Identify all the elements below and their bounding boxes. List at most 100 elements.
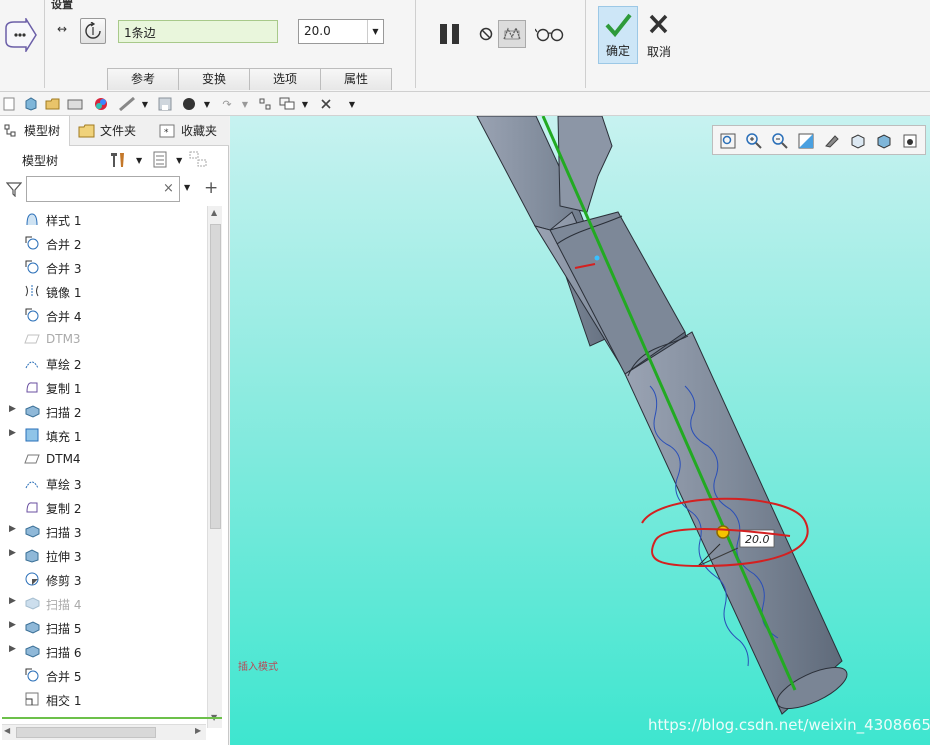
- tab-options[interactable]: 选项: [249, 68, 321, 90]
- tree-item[interactable]: ▶ 扫描 3: [0, 519, 207, 543]
- expand-arrow-icon[interactable]: ▶: [9, 524, 16, 534]
- appearance-icon[interactable]: [92, 95, 110, 113]
- no-preview-button[interactable]: [472, 20, 500, 48]
- chevron-down-icon[interactable]: ▼: [198, 95, 216, 113]
- tree-item-label: 修剪 3: [46, 574, 82, 588]
- refit-icon[interactable]: [719, 132, 737, 150]
- zoom-in-icon[interactable]: [745, 132, 763, 150]
- group-label: 设置: [51, 0, 73, 11]
- ok-button[interactable]: 确定: [598, 6, 638, 64]
- chevron-down-icon[interactable]: ▼: [136, 95, 154, 113]
- chevron-down-icon[interactable]: ▼: [367, 20, 383, 43]
- repaint-icon[interactable]: [797, 132, 815, 150]
- expand-arrow-icon[interactable]: ▶: [9, 548, 16, 558]
- tree-filter-icon[interactable]: [188, 150, 210, 170]
- tree-item[interactable]: 合并 5: [0, 663, 207, 687]
- expand-arrow-icon[interactable]: ▶: [9, 620, 16, 630]
- tree-item[interactable]: 修剪 3: [0, 567, 207, 591]
- scroll-up-icon[interactable]: ▲: [211, 208, 217, 217]
- tab-favorites[interactable]: * 收藏夹: [155, 116, 229, 146]
- chevron-down-icon[interactable]: ▼: [296, 95, 314, 113]
- scroll-thumb[interactable]: [210, 224, 221, 529]
- filter-icon[interactable]: [6, 181, 22, 197]
- regenerate-icon[interactable]: [256, 95, 274, 113]
- sweep-icon: [24, 595, 40, 611]
- selection-indicator: [2, 717, 222, 719]
- add-icon[interactable]: +: [204, 178, 218, 198]
- tab-properties[interactable]: 属性: [320, 68, 392, 90]
- tree-item[interactable]: ▶ 扫描 6: [0, 639, 207, 663]
- round-feature-icon[interactable]: [2, 16, 40, 54]
- ribbon: 设置 ↔ 1条边 20.0 ▼ 参考 变换 选项 属性 确定 取消: [0, 0, 930, 92]
- tree-horizontal-scrollbar[interactable]: ◀ ▶: [2, 724, 206, 740]
- close-window-icon[interactable]: [317, 95, 335, 113]
- tree-item[interactable]: 镜像 1: [0, 279, 207, 303]
- measure-icon[interactable]: [118, 95, 136, 113]
- chevron-down-icon[interactable]: ▼: [236, 95, 254, 113]
- tree-item[interactable]: 复制 2: [0, 495, 207, 519]
- scroll-thumb[interactable]: [16, 727, 156, 738]
- tree-item[interactable]: 草绘 3: [0, 471, 207, 495]
- tab-folder-browser[interactable]: 文件夹: [74, 116, 148, 146]
- expand-arrow-icon[interactable]: ▶: [9, 404, 16, 414]
- watermark: https://blog.csdn.net/weixin_43086655: [648, 716, 930, 734]
- chevron-down-icon[interactable]: ▼: [184, 183, 190, 192]
- saved-orientations-icon[interactable]: [875, 132, 893, 150]
- cancel-button[interactable]: 取消: [640, 6, 678, 64]
- zoom-out-icon[interactable]: [771, 132, 789, 150]
- tree-item[interactable]: ▶ 扫描 4: [0, 591, 207, 615]
- tree-item[interactable]: ▶ 扫描 2: [0, 399, 207, 423]
- tree-item[interactable]: ▶ 拉伸 3: [0, 543, 207, 567]
- save-icon[interactable]: [156, 95, 174, 113]
- expand-arrow-icon[interactable]: ▶: [9, 596, 16, 606]
- check-icon: [605, 13, 632, 38]
- redo-icon[interactable]: ↷: [218, 95, 236, 113]
- tab-transform[interactable]: 变换: [178, 68, 250, 90]
- tab-model-tree[interactable]: 模型树: [0, 116, 70, 146]
- tree-item[interactable]: 复制 1: [0, 375, 207, 399]
- settings-tools-icon[interactable]: [108, 150, 128, 170]
- display-style-icon[interactable]: [849, 132, 867, 150]
- tree-item[interactable]: ▶ 扫描 5: [0, 615, 207, 639]
- search-input[interactable]: [26, 176, 180, 202]
- customize-toolbar-icon[interactable]: ▼: [343, 95, 361, 113]
- flip-direction-button[interactable]: [80, 18, 106, 44]
- pause-button[interactable]: [436, 20, 464, 48]
- chevron-down-icon[interactable]: ▼: [136, 156, 142, 165]
- tree-item[interactable]: 相交 1: [0, 687, 207, 711]
- scroll-right-icon[interactable]: ▶: [195, 726, 201, 735]
- shading-icon[interactable]: [823, 132, 841, 150]
- windows-icon[interactable]: [278, 95, 296, 113]
- render-icon[interactable]: [66, 95, 84, 113]
- tree-vertical-scrollbar[interactable]: ▲ ▼: [207, 206, 222, 728]
- new-file-icon[interactable]: [0, 95, 18, 113]
- tree-item-label: 扫描 2: [46, 406, 82, 420]
- tree-item[interactable]: 合并 4: [0, 303, 207, 327]
- expand-arrow-icon[interactable]: ▶: [9, 428, 16, 438]
- tree-item[interactable]: 样式 1: [0, 207, 207, 231]
- verify-preview-button[interactable]: [534, 20, 566, 48]
- show-list-icon[interactable]: [152, 151, 170, 169]
- value-input-text[interactable]: 20.0: [304, 24, 331, 38]
- tree-item[interactable]: 草绘 2: [0, 351, 207, 375]
- tree-item[interactable]: 合并 2: [0, 231, 207, 255]
- expand-arrow-icon[interactable]: ▶: [9, 644, 16, 654]
- tab-references[interactable]: 参考: [107, 68, 179, 90]
- tree-item[interactable]: DTM3: [0, 327, 207, 351]
- chevron-down-icon[interactable]: ▼: [176, 156, 182, 165]
- geometry-preview-button[interactable]: [498, 20, 526, 48]
- part-icon[interactable]: [22, 95, 40, 113]
- value-input[interactable]: 20.0 ▼: [298, 19, 384, 44]
- tree-item[interactable]: DTM4: [0, 447, 207, 471]
- sphere-icon[interactable]: [180, 95, 198, 113]
- edge-reference-field[interactable]: 1条边: [118, 20, 278, 43]
- navigator-panel: 模型树 文件夹 * 收藏夹 模型树 ▼ ▼ × ▼ + 样式 1 合并 2 合并 3…: [0, 116, 229, 745]
- tree-item[interactable]: ▶ 填充 1: [0, 423, 207, 447]
- scroll-left-icon[interactable]: ◀: [4, 726, 10, 735]
- open-folder-icon[interactable]: [44, 95, 62, 113]
- graphics-viewport[interactable]: 20.0 插入模式 https://blog.csdn.net/weixin_4…: [230, 116, 930, 745]
- clear-icon[interactable]: ×: [163, 181, 174, 196]
- tree-item[interactable]: 合并 3: [0, 255, 207, 279]
- view-manager-icon[interactable]: [901, 132, 919, 150]
- model-graphics[interactable]: 20.0: [230, 116, 930, 745]
